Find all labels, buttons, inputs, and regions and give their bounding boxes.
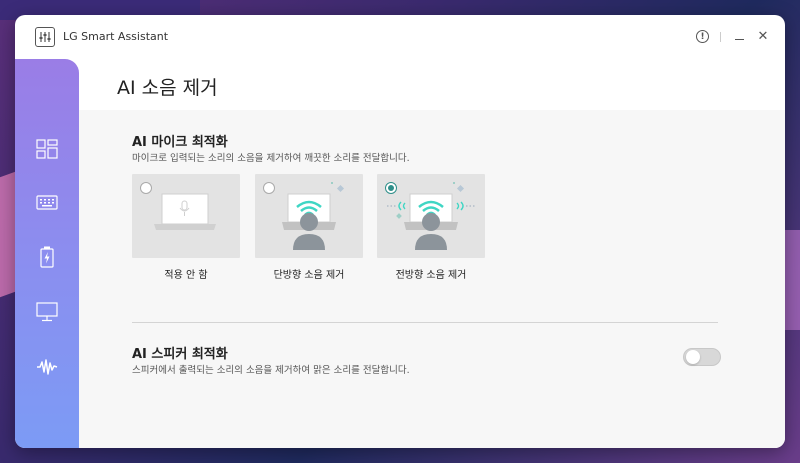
content-panel: AI 마이크 최적화 마이크로 입력되는 소리의 소음을 제거하여 깨끗한 소리… (79, 110, 785, 448)
mic-option-off-label: 적용 안 함 (164, 270, 208, 281)
minimize-button[interactable] (731, 28, 747, 44)
app-logo-icon (35, 27, 55, 47)
sidebar-item-dashboard[interactable] (35, 137, 59, 161)
app-window: LG Smart Assistant ! ✕ AI 소음 제거 AI 마이크 최… (15, 15, 785, 448)
sidebar (15, 59, 79, 448)
waveform-icon (37, 359, 58, 375)
sidebar-item-display[interactable] (35, 300, 59, 324)
mic-option-omnidirectional[interactable] (377, 174, 485, 258)
user-laptop-omni-wave-icon (387, 182, 475, 250)
page-header: AI 소음 제거 (79, 59, 785, 110)
sidebar-item-battery[interactable] (35, 245, 59, 269)
monitor-icon (36, 302, 58, 322)
keyboard-icon (36, 195, 58, 210)
mic-option-off[interactable] (132, 174, 240, 258)
close-button[interactable]: ✕ (755, 28, 771, 44)
dashboard-icon (36, 139, 58, 159)
speaker-section-title: AI 스피커 최적화 (132, 347, 228, 362)
mic-option-unidirectional[interactable] (255, 174, 363, 258)
laptop-mic-icon (154, 193, 216, 230)
user-laptop-wave-icon (282, 182, 345, 250)
section-divider (132, 322, 718, 323)
sidebar-item-audio[interactable] (35, 355, 59, 379)
speaker-section-description: 스피커에서 출력되는 소리의 소음을 제거하여 맑은 소리를 전달합니다. (132, 365, 410, 376)
minimize-icon (734, 38, 744, 41)
mic-option-omnidirectional-label: 전방향 소음 제거 (395, 270, 467, 281)
title-bar: LG Smart Assistant ! ✕ (15, 15, 785, 59)
toggle-knob (686, 350, 700, 364)
speaker-toggle[interactable] (683, 348, 721, 366)
sidebar-item-keyboard[interactable] (35, 191, 59, 215)
info-icon[interactable]: ! (696, 30, 709, 43)
app-title: LG Smart Assistant (63, 30, 169, 43)
battery-icon (40, 246, 54, 268)
mic-option-unidirectional-label: 단방향 소음 제거 (273, 270, 345, 281)
mic-section-description: 마이크로 입력되는 소리의 소음을 제거하여 깨끗한 소리를 전달합니다. (132, 153, 410, 164)
page-title: AI 소음 제거 (117, 77, 218, 99)
mic-section-title: AI 마이크 최적화 (132, 135, 228, 150)
titlebar-separator (720, 32, 721, 42)
